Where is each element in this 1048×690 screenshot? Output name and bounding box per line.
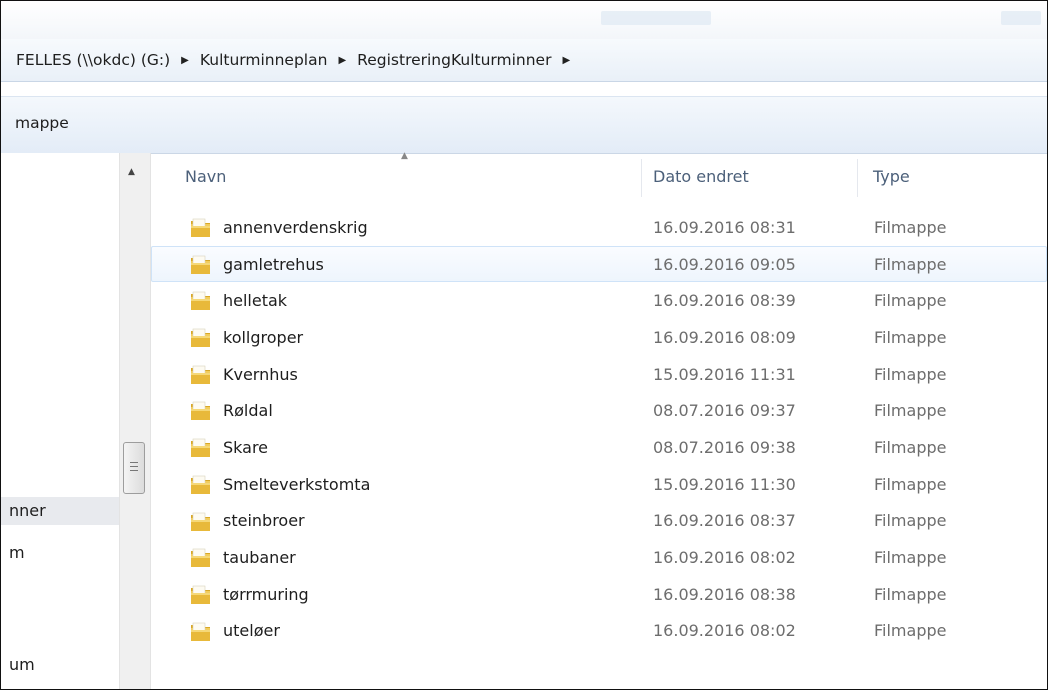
column-header-type[interactable]: Type bbox=[873, 167, 910, 186]
file-type: Filmappe bbox=[874, 621, 947, 641]
new-folder-button[interactable]: mappe bbox=[15, 114, 69, 132]
title-strip bbox=[1, 1, 1047, 39]
file-row[interactable]: kollgroper 16.09.2016 08:09 Filmappe bbox=[151, 319, 1047, 356]
chevron-right-icon[interactable]: ▶ bbox=[556, 55, 576, 66]
file-name: uteløer bbox=[223, 621, 280, 641]
column-divider[interactable] bbox=[641, 159, 642, 197]
file-name: kollgroper bbox=[223, 327, 304, 347]
breadcrumb-item-registrering[interactable]: RegistreringKulturminner bbox=[352, 51, 556, 69]
file-type: Filmappe bbox=[874, 254, 947, 274]
breadcrumb-item-drive[interactable]: FELLES (\\okdc) (G:) bbox=[11, 51, 175, 69]
file-row[interactable]: Skare 08.07.2016 09:38 Filmappe bbox=[151, 429, 1047, 466]
file-date-modified: 16.09.2016 08:39 bbox=[653, 291, 796, 311]
file-name: tørrmuring bbox=[223, 584, 309, 604]
file-type: Filmappe bbox=[874, 401, 947, 421]
file-list: annenverdenskrig 16.09.2016 08:31 Filmappe… bbox=[151, 209, 1047, 649]
file-date-modified: 08.07.2016 09:38 bbox=[653, 437, 796, 457]
file-date-modified: 16.09.2016 08:37 bbox=[653, 511, 796, 531]
file-row[interactable]: uteløer 16.09.2016 08:02 Filmappe bbox=[151, 613, 1047, 650]
file-row[interactable]: steinbroer 16.09.2016 08:37 Filmappe bbox=[151, 503, 1047, 540]
folder-icon bbox=[190, 217, 211, 239]
file-row[interactable]: annenverdenskrig 16.09.2016 08:31 Filmappe bbox=[151, 209, 1047, 246]
folder-icon bbox=[190, 584, 211, 606]
file-date-modified: 15.09.2016 11:30 bbox=[653, 474, 796, 494]
folder-icon bbox=[190, 290, 211, 312]
file-row[interactable]: Smelteverkstomta 15.09.2016 11:30 Filmappe bbox=[151, 466, 1047, 503]
folder-icon bbox=[190, 547, 211, 569]
folder-icon bbox=[190, 437, 211, 459]
sort-ascending-icon: ▲ bbox=[401, 151, 408, 161]
column-header-name[interactable]: Navn bbox=[185, 167, 226, 186]
file-type: Filmappe bbox=[874, 437, 947, 457]
nav-item-selected[interactable]: nner bbox=[1, 497, 119, 525]
address-bar[interactable]: FELLES (\\okdc) (G:) ▶ Kulturminneplan ▶… bbox=[1, 39, 1047, 82]
file-type: Filmappe bbox=[874, 584, 947, 604]
file-name: gamletrehus bbox=[223, 254, 324, 274]
file-type: Filmappe bbox=[874, 327, 947, 347]
file-type: Filmappe bbox=[874, 474, 947, 494]
file-name: taubaner bbox=[223, 548, 296, 568]
nav-item[interactable]: um bbox=[1, 651, 119, 679]
column-header-row: Navn ▲ Dato endret Type bbox=[151, 151, 1047, 201]
breadcrumb-item-kulturminneplan[interactable]: Kulturminneplan bbox=[195, 51, 333, 69]
file-date-modified: 16.09.2016 08:02 bbox=[653, 548, 796, 568]
file-name: Smelteverkstomta bbox=[223, 474, 371, 494]
file-name: helletak bbox=[223, 291, 288, 311]
folder-icon bbox=[190, 511, 211, 533]
file-row[interactable]: tørrmuring 16.09.2016 08:38 Filmappe bbox=[151, 576, 1047, 613]
file-type: Filmappe bbox=[874, 217, 947, 237]
folder-icon bbox=[190, 400, 211, 422]
scroll-thumb[interactable] bbox=[123, 442, 145, 494]
explorer-window: FELLES (\\okdc) (G:) ▶ Kulturminneplan ▶… bbox=[0, 0, 1048, 690]
file-row[interactable]: taubaner 16.09.2016 08:02 Filmappe bbox=[151, 539, 1047, 576]
file-name: Røldal bbox=[223, 401, 273, 421]
chevron-right-icon[interactable]: ▶ bbox=[332, 55, 352, 66]
file-row[interactable]: helletak 16.09.2016 08:39 Filmappe bbox=[151, 282, 1047, 319]
folder-icon bbox=[190, 254, 211, 276]
file-row[interactable]: gamletrehus 16.09.2016 09:05 Filmappe bbox=[151, 245, 1047, 283]
folder-icon bbox=[190, 621, 211, 643]
navigation-pane: nner m um bbox=[1, 153, 120, 689]
file-name: Skare bbox=[223, 437, 269, 457]
file-type: Filmappe bbox=[874, 291, 947, 311]
file-date-modified: 16.09.2016 08:31 bbox=[653, 217, 796, 237]
file-date-modified: 16.09.2016 08:02 bbox=[653, 621, 796, 641]
column-header-date[interactable]: Dato endret bbox=[653, 167, 749, 186]
file-date-modified: 16.09.2016 08:09 bbox=[653, 327, 796, 347]
chevron-right-icon[interactable]: ▶ bbox=[175, 55, 195, 66]
grip-icon bbox=[130, 462, 138, 474]
breadcrumb: FELLES (\\okdc) (G:) ▶ Kulturminneplan ▶… bbox=[11, 45, 1037, 75]
file-name: annenverdenskrig bbox=[223, 217, 368, 237]
file-date-modified: 08.07.2016 09:37 bbox=[653, 401, 796, 421]
toolbar: mappe bbox=[1, 96, 1047, 154]
column-divider[interactable] bbox=[857, 159, 858, 197]
folder-icon bbox=[190, 474, 211, 496]
folder-icon bbox=[190, 327, 211, 349]
file-date-modified: 16.09.2016 09:05 bbox=[653, 254, 796, 274]
file-name: steinbroer bbox=[223, 511, 305, 531]
nav-scrollbar[interactable]: ▲ bbox=[119, 153, 151, 689]
file-row[interactable]: Kvernhus 15.09.2016 11:31 Filmappe bbox=[151, 356, 1047, 393]
file-name: Kvernhus bbox=[223, 364, 298, 384]
arrow-up-icon[interactable]: ▲ bbox=[128, 167, 135, 177]
file-type: Filmappe bbox=[874, 511, 947, 531]
file-date-modified: 16.09.2016 08:38 bbox=[653, 584, 796, 604]
nav-item[interactable]: m bbox=[1, 539, 119, 567]
file-row[interactable]: Røldal 08.07.2016 09:37 Filmappe bbox=[151, 392, 1047, 429]
folder-icon bbox=[190, 364, 211, 386]
file-type: Filmappe bbox=[874, 364, 947, 384]
file-date-modified: 15.09.2016 11:31 bbox=[653, 364, 796, 384]
file-type: Filmappe bbox=[874, 548, 947, 568]
